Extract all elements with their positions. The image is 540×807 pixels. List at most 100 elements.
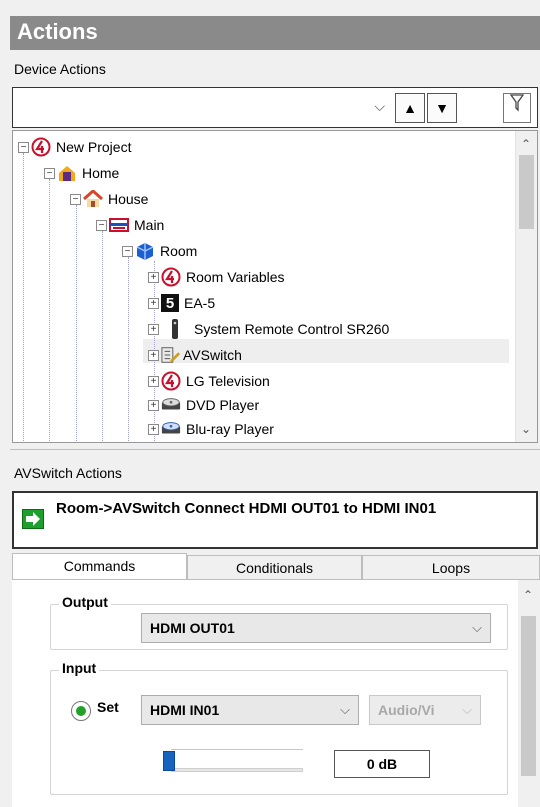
action-tabs: Commands Conditionals Loops [12, 553, 540, 581]
avswitch-actions-label: AVSwitch Actions [14, 465, 122, 481]
tree-item-label: Blu-ray Player [186, 421, 274, 437]
remote-icon [161, 319, 189, 339]
volume-slider-thumb[interactable] [163, 751, 175, 771]
collapse-icon[interactable]: − [44, 167, 55, 179]
scroll-down-icon[interactable]: ⌄ [521, 422, 531, 436]
collapse-icon[interactable]: − [70, 193, 81, 205]
level-value: 0 dB [334, 750, 430, 778]
chevron-down-icon: ⌵ [472, 620, 482, 635]
tree-item-dvd-player[interactable]: + DVD Player [148, 393, 259, 417]
previous-button[interactable]: ▲ [395, 93, 425, 123]
tree-item-label: New Project [56, 139, 132, 155]
input-select[interactable]: HDMI IN01 ⌵ [141, 695, 359, 725]
tab-conditionals[interactable]: Conditionals [187, 555, 362, 581]
tree-item-room-variables[interactable]: + Room Variables [148, 265, 285, 289]
tree-connector [23, 153, 24, 442]
slider-scale [171, 749, 303, 753]
set-label: Set [97, 699, 119, 715]
scroll-thumb[interactable] [521, 616, 536, 776]
tree-item-label: House [108, 191, 149, 207]
tab-commands[interactable]: Commands [12, 553, 187, 579]
scroll-up-icon[interactable]: ⌃ [523, 588, 533, 602]
device-search-combo[interactable]: ⌵ [19, 93, 389, 123]
controller-badge: 5 [165, 294, 175, 312]
signal-type-select: Audio/Vi ⌵ [369, 695, 481, 725]
tree-connector [102, 231, 103, 442]
tree-item-home[interactable]: − Home [44, 161, 119, 185]
output-select[interactable]: HDMI OUT01 ⌵ [141, 613, 491, 643]
expand-icon[interactable]: + [148, 297, 159, 309]
tree-item-label: LG Television [186, 373, 270, 389]
expand-icon[interactable]: + [148, 271, 159, 283]
tree-item-label: Room [160, 243, 198, 259]
floor-icon [109, 215, 129, 235]
expand-icon[interactable]: + [148, 323, 159, 335]
next-button[interactable]: ▼ [427, 93, 457, 123]
variables-logo-icon [161, 267, 181, 287]
tree-item-main[interactable]: − Main [96, 213, 164, 237]
controller-icon: 5 [161, 294, 179, 312]
collapse-icon[interactable]: − [96, 219, 107, 231]
input-group: Input Set HDMI IN01 ⌵ Audio/Vi ⌵ 0 dB [50, 660, 508, 795]
actions-panel-title-bar: Actions [10, 16, 540, 50]
home-icon [57, 163, 77, 183]
output-group: Output HDMI OUT01 ⌵ [50, 594, 508, 650]
tree-connector [128, 257, 129, 442]
chevron-down-icon: ⌵ [340, 702, 350, 717]
device-tree[interactable]: − New Project − Home − House − Main − Ro… [12, 130, 538, 443]
output-value: HDMI OUT01 [150, 620, 235, 636]
tree-item-label: Main [134, 217, 165, 233]
commands-panel: Output HDMI OUT01 ⌵ Input Set HDMI IN01 … [12, 579, 540, 807]
collapse-icon[interactable]: − [18, 141, 29, 153]
tree-item-room[interactable]: − Room [122, 239, 197, 263]
collapse-icon[interactable]: − [122, 245, 133, 257]
tree-scrollbar[interactable]: ⌃ ⌄ [515, 131, 537, 442]
tv-logo-icon [161, 371, 181, 391]
expand-icon[interactable]: + [148, 399, 159, 411]
scroll-thumb[interactable] [519, 155, 534, 229]
room-icon [135, 241, 155, 261]
expand-icon[interactable]: + [148, 423, 159, 435]
expand-icon[interactable]: + [148, 349, 159, 361]
project-logo-icon [31, 137, 51, 157]
bluray-icon [161, 419, 181, 439]
dvd-icon [161, 395, 181, 415]
tree-item-label: Room Variables [186, 269, 285, 285]
input-value: HDMI IN01 [150, 702, 220, 718]
tree-item-label: System Remote Control SR260 [194, 321, 390, 337]
panel-divider [10, 449, 540, 450]
tree-item-bluray-player[interactable]: + Blu-ray Player [148, 417, 274, 441]
tree-item-label: Home [82, 165, 120, 181]
tree-connector [49, 179, 50, 442]
selected-action[interactable]: Room->AVSwitch Connect HDMI OUT01 to HDM… [12, 491, 538, 549]
arrow-right-icon [22, 509, 44, 529]
tree-item-remote-control[interactable]: + System Remote Control SR260 [148, 317, 389, 341]
tree-item-new-project[interactable]: − New Project [18, 135, 131, 159]
tree-item-lg-television[interactable]: + LG Television [148, 369, 270, 393]
tree-item-label: DVD Player [186, 397, 260, 413]
device-actions-toolbar: ⌵ ▲ ▼ [12, 87, 538, 128]
commands-scrollbar[interactable]: ⌃ [518, 580, 540, 807]
output-title: Output [59, 594, 111, 610]
action-description: Room->AVSwitch Connect HDMI OUT01 to HDM… [56, 500, 437, 517]
tree-item-label: AVSwitch [183, 347, 242, 363]
filter-icon[interactable] [503, 93, 531, 123]
expand-icon[interactable]: + [148, 375, 159, 387]
scroll-up-icon[interactable]: ⌃ [521, 137, 531, 151]
house-icon [83, 189, 103, 209]
chevron-down-icon[interactable]: ⌵ [374, 98, 385, 115]
tree-connector [76, 205, 77, 442]
avswitch-icon [161, 345, 181, 365]
tree-item-label: EA-5 [184, 295, 216, 311]
tree-item-avswitch[interactable]: + AVSwitch [148, 343, 242, 367]
volume-slider-track[interactable] [171, 768, 303, 772]
tree-item-ea-5[interactable]: + 5 EA-5 [148, 291, 215, 315]
set-radio[interactable] [71, 701, 91, 721]
signal-type-value: Audio/Vi [378, 702, 435, 718]
tree-item-house[interactable]: − House [70, 187, 148, 211]
input-title: Input [59, 660, 100, 676]
tab-loops[interactable]: Loops [362, 555, 540, 581]
device-actions-label: Device Actions [14, 61, 106, 77]
chevron-down-icon: ⌵ [462, 702, 472, 717]
panel-title: Actions [17, 19, 98, 44]
